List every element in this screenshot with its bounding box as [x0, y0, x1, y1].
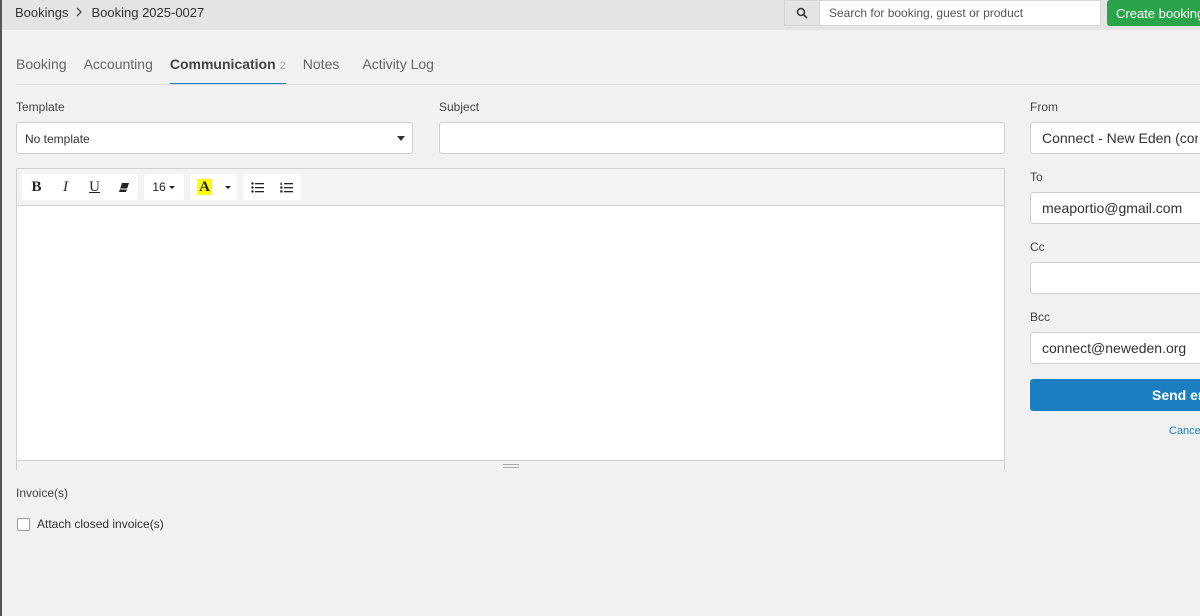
- tab-booking[interactable]: Booking: [16, 52, 67, 85]
- tab-accounting[interactable]: Accounting: [84, 52, 153, 85]
- breadcrumb-bookings[interactable]: Bookings: [15, 5, 68, 20]
- italic-button[interactable]: I: [51, 174, 80, 200]
- tab-label: Communication: [169, 56, 276, 72]
- send-email-button[interactable]: Send email: [1030, 379, 1200, 411]
- font-size-value: 16: [152, 180, 166, 194]
- chevron-down-icon: [168, 185, 175, 189]
- bullet-list-icon[interactable]: [243, 174, 272, 200]
- template-label: Template: [16, 100, 65, 114]
- attach-invoice-label: Attach closed invoice(s): [37, 517, 164, 531]
- tab-label: Accounting: [83, 56, 153, 72]
- bcc-field[interactable]: [1030, 332, 1200, 364]
- template-select[interactable]: No template: [16, 122, 413, 154]
- tab-label: Activity Log: [362, 56, 434, 72]
- highlight-letter: A: [197, 179, 212, 195]
- tab-bar: Booking Accounting Communication 2 Notes …: [16, 52, 451, 85]
- cc-label: Cc: [1030, 240, 1045, 254]
- grip-icon: [502, 463, 519, 468]
- create-booking-button[interactable]: Create booking: [1107, 0, 1200, 26]
- chevron-down-icon: [225, 185, 231, 189]
- subject-label: Subject: [439, 100, 480, 114]
- format-group: B I U: [22, 174, 138, 200]
- editor-content-area[interactable]: [17, 206, 1004, 461]
- tab-divider: [16, 84, 1200, 85]
- editor-toolbar: B I U 16 A: [17, 169, 1004, 206]
- breadcrumb: Bookings Booking 2025-0027: [15, 5, 204, 20]
- tab-label: Booking: [16, 56, 67, 72]
- invoices-label: Invoice(s): [16, 486, 69, 500]
- from-field[interactable]: [1030, 122, 1200, 154]
- to-field[interactable]: [1030, 192, 1200, 224]
- to-label: To: [1030, 170, 1043, 184]
- bcc-label: Bcc: [1030, 310, 1051, 324]
- underline-button[interactable]: U: [80, 174, 109, 200]
- breadcrumb-booking: Booking 2025-0027: [91, 5, 205, 20]
- search-input[interactable]: [819, 0, 1101, 26]
- bold-button[interactable]: B: [22, 174, 51, 200]
- email-body-editor: B I U 16 A: [16, 168, 1005, 470]
- font-size-group: 16: [144, 174, 184, 200]
- editor-resize-handle[interactable]: [17, 461, 1004, 470]
- tab-activity-log[interactable]: Activity Log: [362, 52, 434, 85]
- chevron-right-icon: [76, 6, 83, 20]
- search-icon[interactable]: [784, 0, 820, 26]
- numbered-list-icon[interactable]: [272, 174, 301, 200]
- template-select-value: No template: [25, 132, 90, 146]
- eraser-icon[interactable]: [109, 174, 138, 200]
- from-label: From: [1030, 100, 1058, 114]
- tab-notes[interactable]: Notes: [303, 52, 340, 85]
- attach-invoice-checkbox[interactable]: [17, 518, 30, 531]
- tab-count-badge: 2: [279, 60, 286, 72]
- tab-label: Notes: [302, 56, 340, 72]
- highlight-button[interactable]: A: [190, 174, 219, 200]
- subject-input[interactable]: [439, 122, 1005, 154]
- highlight-group: A: [190, 174, 237, 200]
- cancel-link[interactable]: Cancel: [1169, 425, 1200, 437]
- font-size-dropdown[interactable]: 16: [144, 174, 184, 200]
- tab-communication[interactable]: Communication 2: [169, 52, 286, 85]
- cc-field[interactable]: [1030, 262, 1200, 294]
- caret-down-icon: [397, 136, 405, 141]
- highlight-dropdown[interactable]: [219, 174, 237, 200]
- top-bar: Bookings Booking 2025-0027 Create bookin…: [2, 0, 1200, 30]
- list-group: [243, 174, 301, 200]
